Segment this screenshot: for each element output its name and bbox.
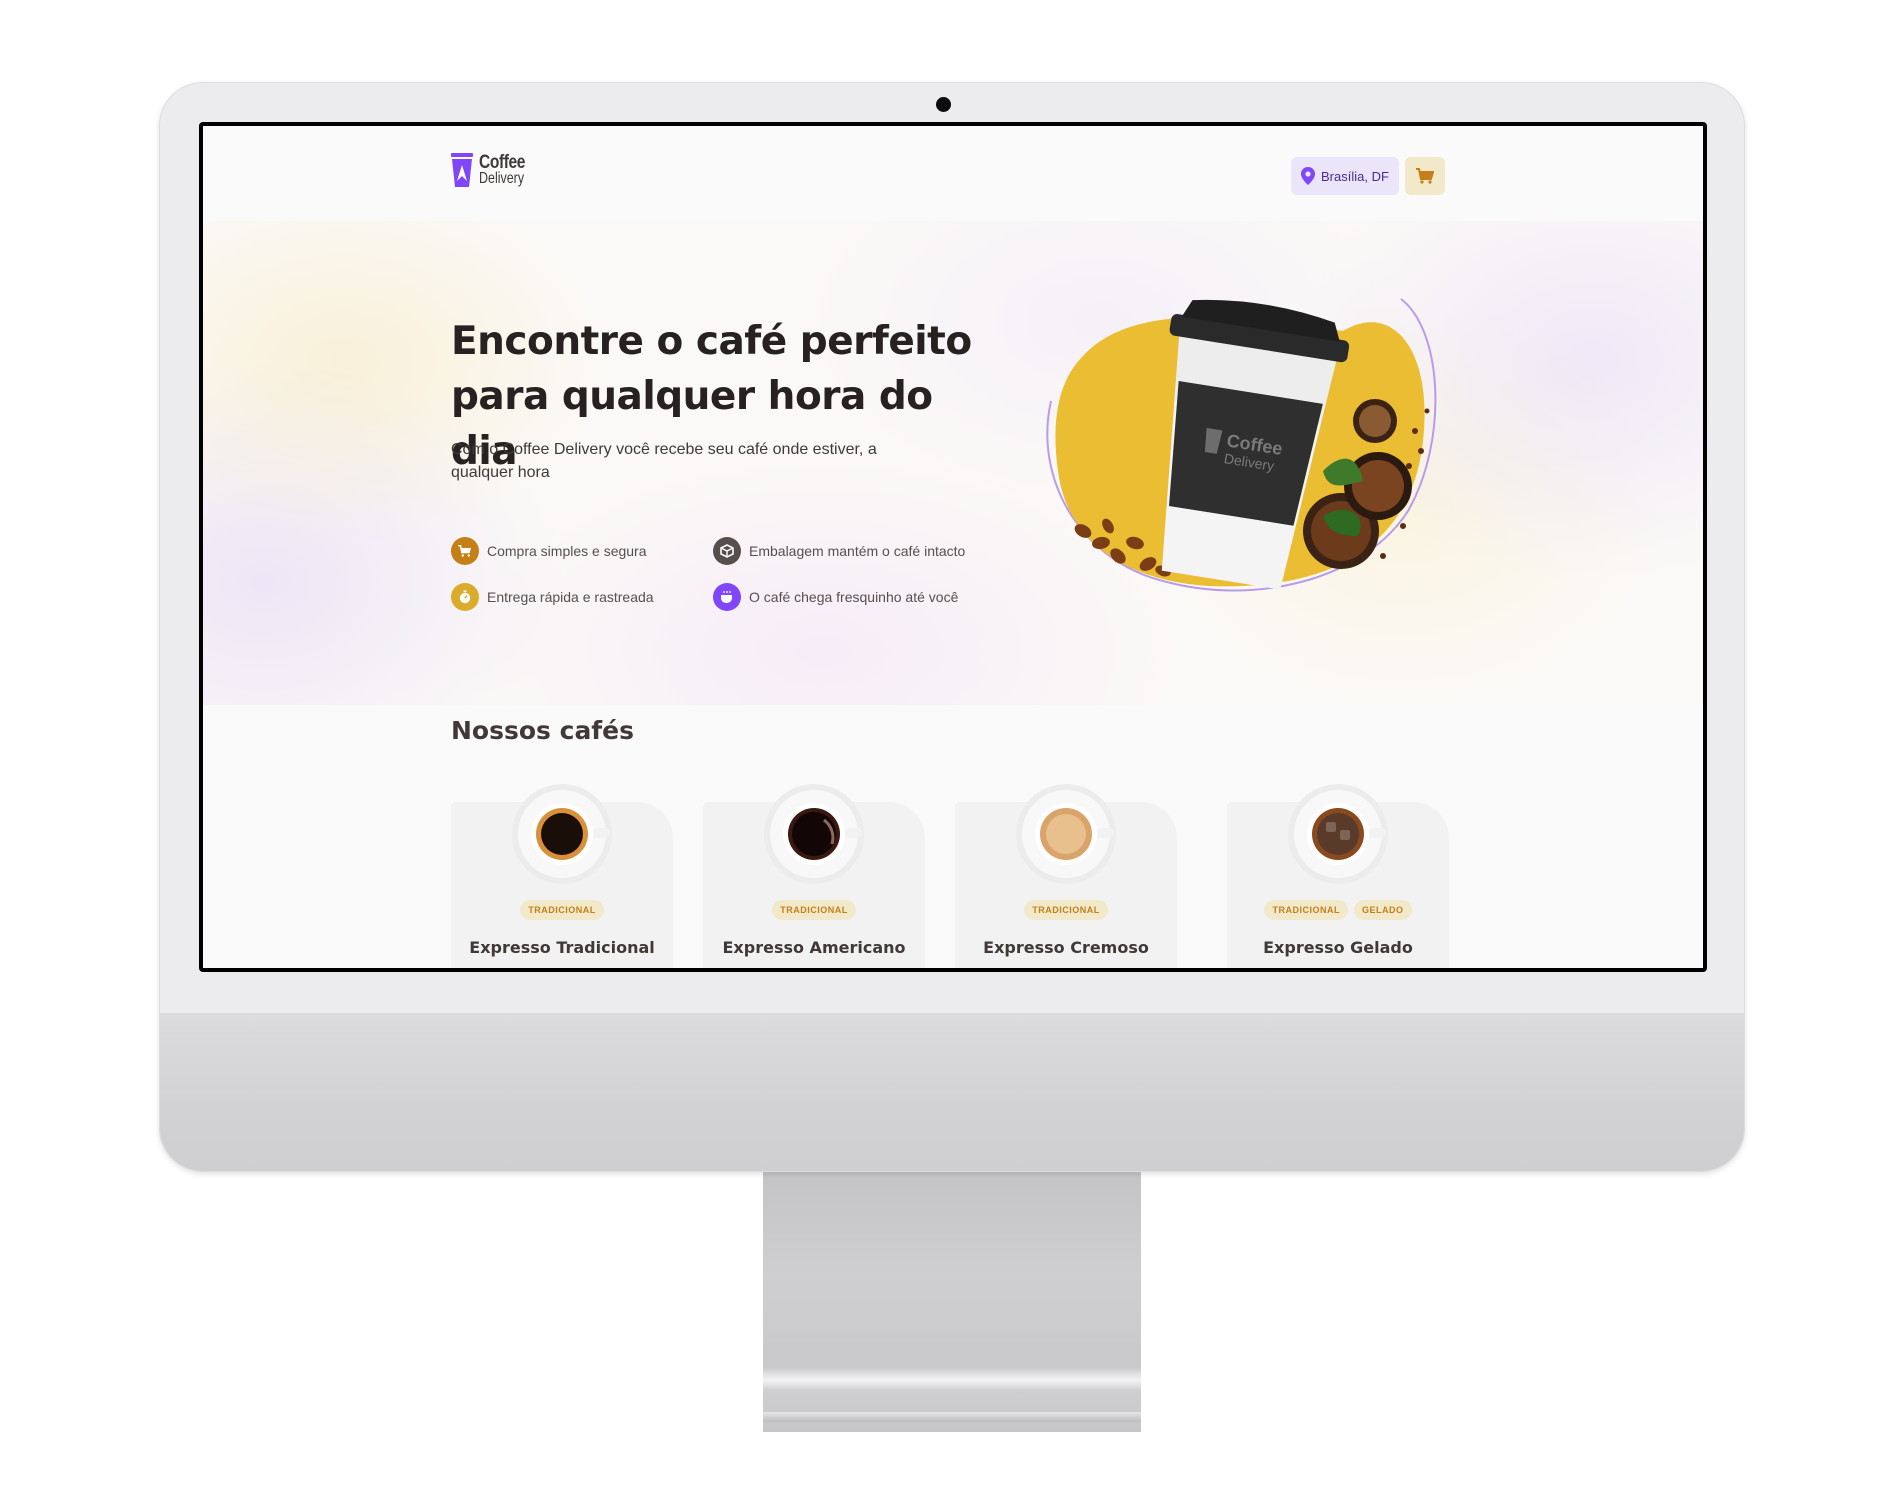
tag-list: TRADICIONAL <box>703 900 925 920</box>
map-pin-icon <box>1301 167 1315 185</box>
coffee-name: Expresso Gelado <box>1263 938 1413 957</box>
logo[interactable]: Coffee Delivery <box>451 153 537 189</box>
screen-bezel: Coffee Delivery Brasília, DF Encontre o … <box>199 122 1707 972</box>
tag: TRADICIONAL <box>1024 900 1108 920</box>
feature-label: O café chega fresquinho até você <box>749 589 959 605</box>
imac-chin <box>160 1013 1744 1171</box>
coffee-cup-image <box>1016 784 1116 884</box>
feature-label: Compra simples e segura <box>487 543 647 559</box>
feature-packaging: Embalagem mantém o café intacto <box>713 537 965 565</box>
coffee-name: Expresso Tradicional <box>469 938 655 957</box>
coffee-cup-image <box>512 784 612 884</box>
feature-fresh: O café chega fresquinho até você <box>713 583 958 611</box>
tag-list: TRADICIONAL <box>451 900 673 920</box>
coffee-card[interactable]: TRADICIONAL Expresso Tradicional <box>451 784 673 968</box>
hero-subtitle: Com o Coffee Delivery você recebe seu ca… <box>451 441 877 481</box>
imac-stand <box>763 1172 1141 1432</box>
tag: GELADO <box>1353 900 1412 920</box>
package-icon <box>713 537 741 565</box>
hero-section: Encontre o café perfeito para qualquer h… <box>203 221 1703 705</box>
tag: TRADICIONAL <box>772 900 856 920</box>
coffee-card[interactable]: TRADICIONAL Expresso Americano <box>703 784 925 968</box>
imac-stand-foot <box>763 1412 1141 1422</box>
logo-wordmark: Coffee Delivery <box>479 152 537 187</box>
logo-line2: Delivery <box>479 170 525 187</box>
tag-list: TRADICIONAL <box>955 900 1177 920</box>
location-button[interactable]: Brasília, DF <box>1291 157 1399 195</box>
feature-label: Embalagem mantém o café intacto <box>749 543 966 559</box>
timer-icon <box>451 583 479 611</box>
feature-label: Entrega rápida e rastreada <box>487 589 654 605</box>
coffee-cup-logo-icon <box>451 153 473 187</box>
coffee-cup-image <box>764 784 864 884</box>
tag: TRADICIONAL <box>1264 900 1348 920</box>
coffee-name: Expresso Cremoso <box>983 938 1149 957</box>
site-header: Coffee Delivery Brasília, DF <box>203 126 1703 221</box>
coffee-icon <box>713 583 741 611</box>
coffee-cup-illustration: Coffee Delivery <box>1046 298 1437 592</box>
coffee-card[interactable]: TRADICIONAL GELADO Expresso Gelado <box>1227 784 1449 968</box>
tag: TRADICIONAL <box>520 900 604 920</box>
shopping-cart-icon <box>451 537 479 565</box>
coffee-cup-image <box>1288 784 1388 884</box>
section-title: Nossos cafés <box>451 716 635 745</box>
shopping-cart-icon <box>1416 168 1434 184</box>
cart-button[interactable] <box>1405 157 1445 195</box>
web-page: Coffee Delivery Brasília, DF Encontre o … <box>203 126 1703 968</box>
feature-purchase: Compra simples e segura <box>451 537 647 565</box>
coffee-card[interactable]: TRADICIONAL Expresso Cremoso <box>955 784 1177 968</box>
feature-delivery: Entrega rápida e rastreada <box>451 583 654 611</box>
logo-line1: Coffee <box>479 152 526 173</box>
coffee-name: Expresso Americano <box>722 938 906 957</box>
camera-dot <box>936 97 951 112</box>
location-label: Brasília, DF <box>1321 168 1389 184</box>
tag-list: TRADICIONAL GELADO <box>1227 900 1449 920</box>
